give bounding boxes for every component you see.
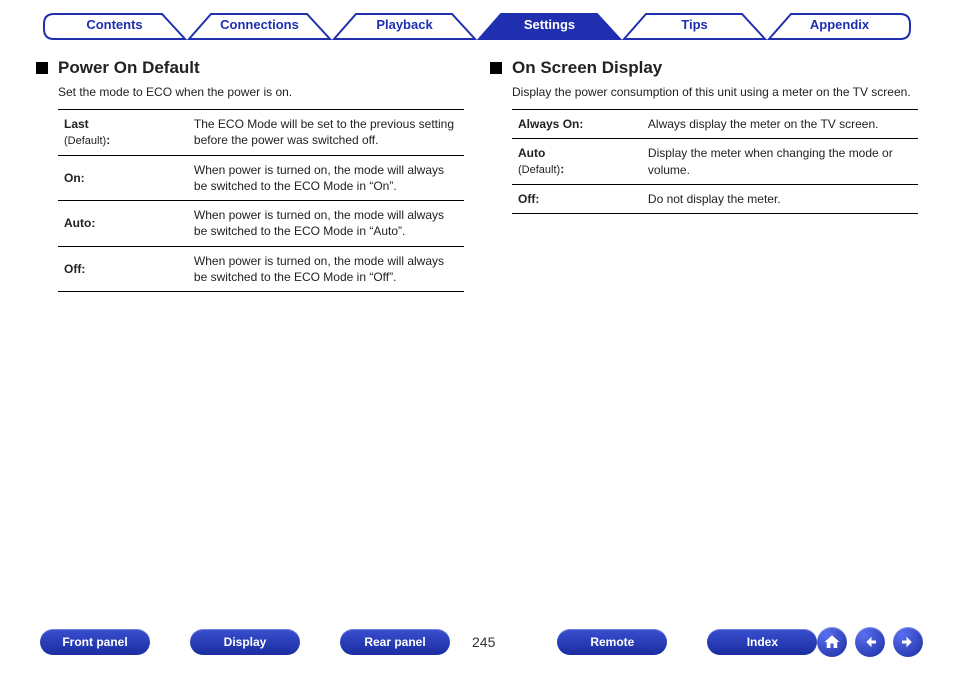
index-button[interactable]: Index [707, 629, 817, 655]
prev-page-button[interactable] [855, 627, 885, 657]
right-column: On Screen Display Display the power cons… [490, 58, 918, 292]
next-page-button[interactable] [893, 627, 923, 657]
rear-panel-button[interactable]: Rear panel [340, 629, 450, 655]
tab-label: Contents [86, 17, 142, 32]
term-cell: Off: [58, 246, 188, 291]
term-label: On: [64, 171, 85, 185]
term-default: (Default) [64, 135, 106, 147]
term-colon: : [106, 133, 110, 147]
definition-table: Always On: Always display the meter on t… [512, 109, 918, 214]
home-icon [823, 633, 841, 651]
term-label: Auto: [64, 216, 95, 230]
table-row: Last (Default): The ECO Mode will be set… [58, 109, 464, 155]
term-cell: Off: [512, 185, 642, 214]
section-description: Set the mode to ECO when the power is on… [58, 84, 464, 101]
term-label: Auto [518, 146, 545, 160]
bottom-bar: Front panel Display Rear panel 245 Remot… [0, 627, 954, 657]
remote-button[interactable]: Remote [557, 629, 667, 655]
bottom-left-group: Front panel Display Rear panel [40, 629, 450, 655]
tab-label: Connections [220, 17, 299, 32]
page-number: 245 [472, 634, 495, 650]
value-cell: Display the meter when changing the mode… [642, 138, 918, 184]
table-row: Auto: When power is turned on, the mode … [58, 201, 464, 246]
term-cell: Last (Default): [58, 109, 188, 155]
table-row: Auto (Default): Display the meter when c… [512, 138, 918, 184]
section-header: On Screen Display [490, 58, 918, 78]
square-bullet-icon [36, 62, 48, 74]
term-cell: Auto (Default): [512, 138, 642, 184]
tab-label: Tips [681, 17, 708, 32]
section-description: Display the power consumption of this un… [512, 84, 918, 101]
value-cell: Do not display the meter. [642, 185, 918, 214]
nav-icons-group [817, 627, 923, 657]
bottom-right-group: Remote Index [557, 629, 817, 655]
tab-connections[interactable]: Connections [187, 12, 332, 40]
front-panel-button[interactable]: Front panel [40, 629, 150, 655]
value-cell: Always display the meter on the TV scree… [642, 109, 918, 138]
term-cell: Always On: [512, 109, 642, 138]
display-button[interactable]: Display [190, 629, 300, 655]
value-cell: The ECO Mode will be set to the previous… [188, 109, 464, 155]
section-header: Power On Default [36, 58, 464, 78]
table-row: Off: When power is turned on, the mode w… [58, 246, 464, 291]
term-label: Last [64, 117, 89, 131]
value-cell: When power is turned on, the mode will a… [188, 155, 464, 200]
content-area: Power On Default Set the mode to ECO whe… [0, 40, 954, 292]
tab-playback[interactable]: Playback [332, 12, 477, 40]
top-nav: Contents Connections Playback Settings T… [0, 0, 954, 40]
term-label: Off: [64, 262, 85, 276]
tab-contents[interactable]: Contents [42, 12, 187, 40]
term-label: Always On: [518, 117, 583, 131]
term-colon: : [560, 162, 564, 176]
value-cell: When power is turned on, the mode will a… [188, 201, 464, 246]
square-bullet-icon [490, 62, 502, 74]
arrow-left-icon [861, 633, 879, 651]
table-row: Off: Do not display the meter. [512, 185, 918, 214]
term-label: Off: [518, 192, 539, 206]
left-column: Power On Default Set the mode to ECO whe… [36, 58, 464, 292]
term-cell: Auto: [58, 201, 188, 246]
tab-appendix[interactable]: Appendix [767, 12, 912, 40]
section-title: Power On Default [58, 58, 200, 78]
term-cell: On: [58, 155, 188, 200]
tab-tips[interactable]: Tips [622, 12, 767, 40]
home-button[interactable] [817, 627, 847, 657]
section-title: On Screen Display [512, 58, 662, 78]
tab-label: Appendix [810, 17, 869, 32]
tab-label: Settings [524, 17, 575, 32]
table-row: Always On: Always display the meter on t… [512, 109, 918, 138]
arrow-right-icon [899, 633, 917, 651]
tab-settings[interactable]: Settings [477, 12, 622, 40]
definition-table: Last (Default): The ECO Mode will be set… [58, 109, 464, 292]
table-row: On: When power is turned on, the mode wi… [58, 155, 464, 200]
value-cell: When power is turned on, the mode will a… [188, 246, 464, 291]
tab-label: Playback [376, 17, 432, 32]
term-default: (Default) [518, 164, 560, 176]
